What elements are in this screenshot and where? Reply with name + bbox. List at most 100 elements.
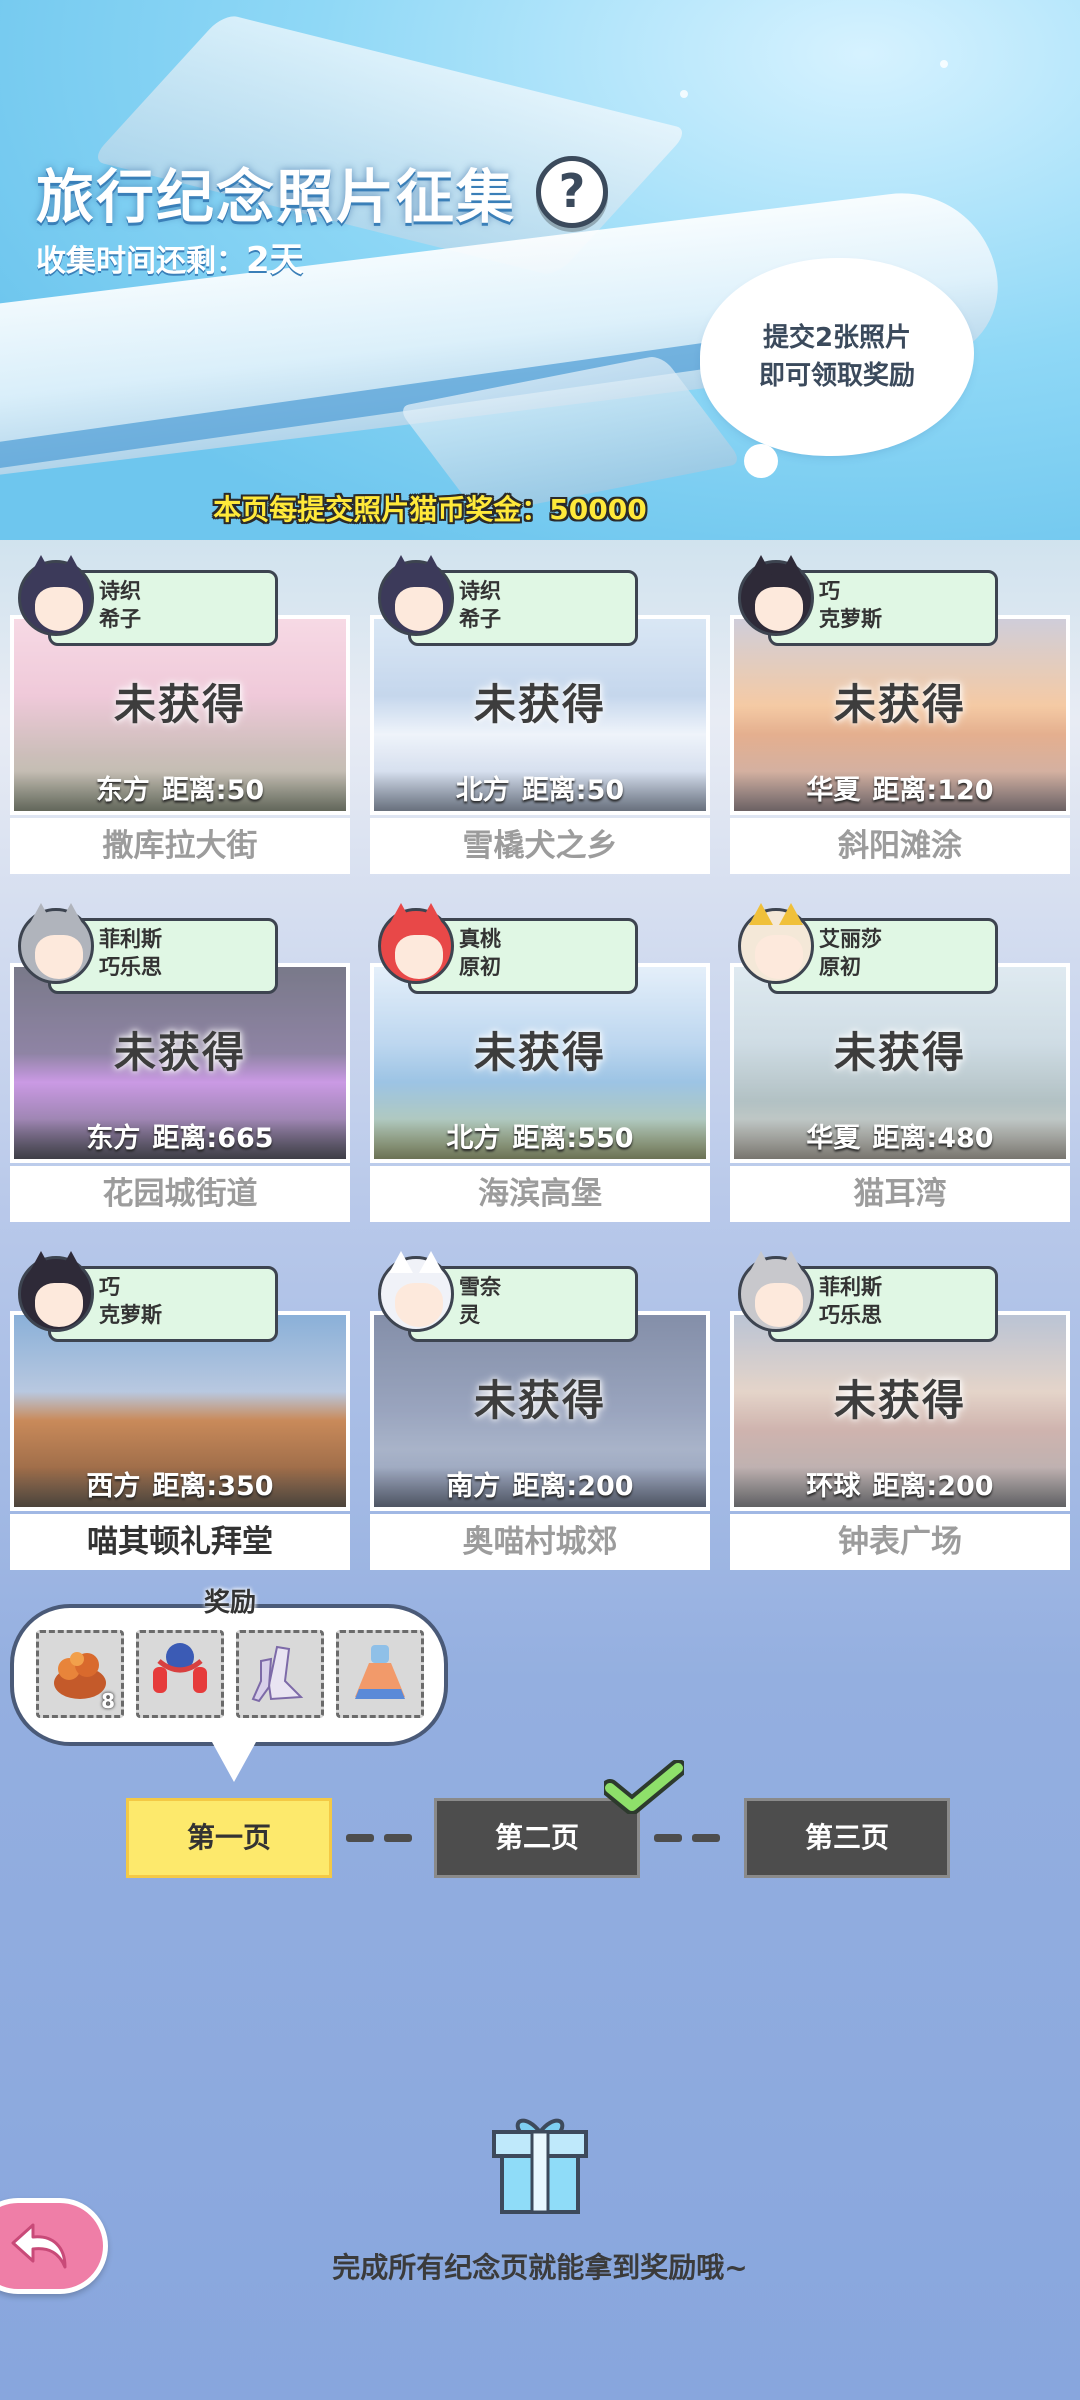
location-name: 钟表广场 (730, 1514, 1070, 1570)
timer-label: 收集时间还剩： (36, 244, 246, 279)
character-avatar (378, 555, 454, 636)
direction-label: 华夏 (806, 1123, 861, 1154)
photo-card[interactable]: 未获得 华夏 距离:480 猫耳湾 艾丽莎 原初 (730, 903, 1070, 1224)
photo-card[interactable]: 未获得 环球 距离:200 钟表广场 菲利斯 巧乐思 (730, 1251, 1070, 1572)
distance-bar: 西方 距离:350 (14, 1467, 346, 1507)
character-avatar (738, 1251, 814, 1332)
photo-card[interactable]: 未获得 南方 距离:200 奥喵村城郊 雪奈 灵 (370, 1251, 710, 1572)
location-name: 斜阳滩涂 (730, 818, 1070, 874)
character-name-line-1: 真桃 (459, 927, 501, 951)
back-button[interactable] (0, 2198, 108, 2294)
location-name: 猫耳湾 (730, 1166, 1070, 1222)
location-name: 花园城街道 (10, 1166, 350, 1222)
character-name-line-2: 灵 (459, 1303, 480, 1327)
location-name: 海滨高堡 (370, 1166, 710, 1222)
reward-title: 奖励 (203, 1588, 256, 1618)
direction-label: 环球 (806, 1471, 861, 1502)
distance-label: 距离:550 (512, 1123, 634, 1154)
character-name-line-1: 菲利斯 (819, 1275, 882, 1299)
photo-status: 未获得 (113, 1028, 246, 1077)
completed-check-icon (604, 1760, 684, 1814)
direction-label: 北方 (455, 775, 510, 806)
bonus-banner: 本页每提交照片猫币奖金：50000 (213, 493, 647, 526)
photo-card[interactable]: 未获得 东方 距离:665 花园城街道 菲利斯 巧乐思 (10, 903, 350, 1224)
hint-line-1: 提交2张照片 (762, 323, 912, 353)
location-name: 雪橇犬之乡 (370, 818, 710, 874)
character-avatar (18, 555, 94, 636)
character-avatar (18, 903, 94, 984)
collection-timer: 收集时间还剩：2天 (36, 232, 304, 281)
character-name-line-1: 诗织 (99, 579, 141, 603)
reward-item[interactable] (336, 1630, 424, 1718)
page-3-button[interactable]: 第三页 (744, 1798, 950, 1878)
reward-items: 8 (36, 1630, 424, 1718)
character-name-line-2: 巧乐思 (99, 955, 162, 979)
reward-item[interactable] (136, 1630, 224, 1718)
character-name-line-2: 巧乐思 (819, 1303, 882, 1327)
distance-label: 距离:480 (872, 1123, 994, 1154)
character-name-line-1: 诗织 (459, 579, 501, 603)
location-name: 撒库拉大街 (10, 818, 350, 874)
question-icon[interactable]: ? (559, 164, 586, 218)
character-name-line-2: 希子 (459, 607, 501, 631)
distance-bar: 环球 距离:200 (734, 1467, 1066, 1507)
lantern-decoration-icon (153, 1643, 207, 1693)
location-name: 喵其顿礼拜堂 (10, 1514, 350, 1570)
distance-bar: 东方 距离:665 (14, 1119, 346, 1159)
character-avatar (378, 903, 454, 984)
distance-bar: 东方 距离:50 (14, 771, 346, 811)
photo-status: 未获得 (113, 680, 246, 729)
photo-status: 未获得 (833, 680, 966, 729)
direction-label: 西方 (86, 1471, 141, 1502)
character-name-line-2: 希子 (99, 607, 141, 631)
character-name-line-1: 巧 (819, 579, 840, 603)
distance-label: 距离:120 (872, 775, 994, 806)
photo-card[interactable]: 未获得 北方 距离:550 海滨高堡 真桃 原初 (370, 903, 710, 1224)
hint-line-2: 即可领取奖励 (758, 361, 915, 391)
photo-card[interactable]: 未获得 华夏 距离:120 斜阳滩涂 巧 克萝斯 (730, 555, 1070, 876)
photo-card[interactable]: 西方 距离:350 喵其顿礼拜堂 巧 克萝斯 (10, 1251, 350, 1572)
reward-quantity: 8 (101, 1689, 115, 1713)
page-connector (654, 1834, 682, 1842)
direction-label: 东方 (86, 1123, 141, 1154)
character-name-line-2: 原初 (819, 955, 861, 979)
photo-status: 未获得 (833, 1028, 966, 1077)
distance-label: 距离:50 (161, 775, 265, 806)
character-avatar (18, 1251, 94, 1332)
reward-item[interactable]: 8 (36, 1630, 124, 1718)
character-avatar (738, 903, 814, 984)
character-name-line-1: 雪奈 (459, 1275, 501, 1299)
distance-label: 距离:200 (512, 1471, 634, 1502)
distance-label: 距离:50 (521, 775, 625, 806)
page-title: 旅行纪念照片征集 (36, 163, 517, 231)
page-1-button[interactable]: 第一页 (126, 1798, 332, 1878)
gift-box-icon[interactable] (486, 2110, 594, 2218)
page-connector (692, 1834, 720, 1842)
distance-label: 距离:350 (152, 1471, 274, 1502)
distance-bar: 南方 距离:200 (374, 1467, 706, 1507)
help-button[interactable]: ? (536, 156, 608, 228)
photo-status: 未获得 (473, 680, 606, 729)
distance-bar: 华夏 距离:480 (734, 1119, 1066, 1159)
character-avatar (738, 555, 814, 636)
reward-item[interactable] (236, 1630, 324, 1718)
character-name-line-1: 菲利斯 (99, 927, 162, 951)
photo-card[interactable]: 未获得 北方 距离:50 雪橇犬之乡 诗织 希子 (370, 555, 710, 876)
footer-hint: 完成所有纪念页就能拿到奖励哦~ (332, 2251, 748, 2284)
distance-bar: 华夏 距离:120 (734, 771, 1066, 811)
dress-icon (355, 1645, 405, 1699)
direction-label: 东方 (95, 775, 150, 806)
photo-status: 未获得 (473, 1376, 606, 1425)
character-name-line-1: 艾丽莎 (819, 927, 882, 951)
photo-card[interactable]: 未获得 东方 距离:50 撒库拉大街 诗织 希子 (10, 555, 350, 876)
character-name-line-1: 巧 (99, 1275, 120, 1299)
photo-status: 未获得 (473, 1028, 606, 1077)
photo-status: 未获得 (833, 1376, 966, 1425)
back-arrow-icon (11, 2223, 67, 2269)
timer-value: 2天 (246, 240, 304, 280)
direction-label: 华夏 (806, 775, 861, 806)
character-avatar (378, 1251, 454, 1332)
distance-bar: 北方 距离:550 (374, 1119, 706, 1159)
distance-bar: 北方 距离:50 (374, 771, 706, 811)
character-name-line-2: 克萝斯 (99, 1303, 162, 1327)
